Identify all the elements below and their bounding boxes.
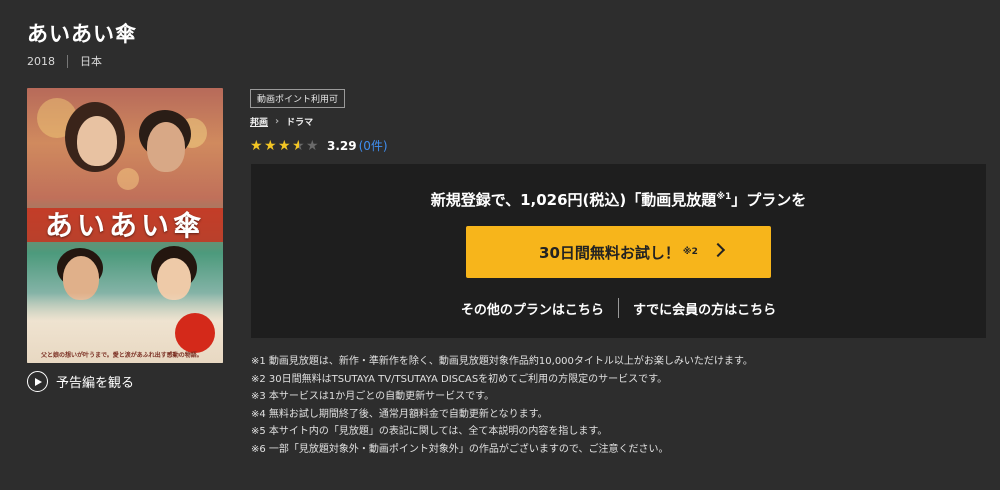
breadcrumb-category[interactable]: 邦画: [250, 115, 268, 128]
poster-tagline: 父と娘の想いが叶うまで。愛と涙があふれ出す感動の物語。: [41, 352, 203, 359]
poster-bokeh: [117, 168, 139, 190]
rating-score: 3.29: [327, 138, 357, 153]
release-year: 2018: [27, 54, 55, 68]
chevron-right-icon: [710, 242, 726, 258]
free-trial-label: 30日間無料お試し！: [539, 243, 680, 262]
trailer-button[interactable]: 予告編を観る: [27, 371, 134, 392]
breadcrumb: 邦画 › ドラマ: [250, 115, 313, 128]
chevron-right-icon: ›: [275, 116, 280, 127]
star-icon: ★: [278, 137, 291, 154]
plan-panel: 新規登録で、1,026円(税込)「動画見放題※1」プランを 30日間無料お試し！…: [251, 164, 986, 338]
page-title: あいあい傘: [27, 22, 137, 46]
star-icon: ★: [292, 137, 305, 154]
rating: ★ ★ ★ ★ ★ 3.29 (0件): [250, 137, 388, 154]
poster-figure: [147, 122, 185, 172]
review-count-link[interactable]: (0件): [359, 137, 388, 154]
footnote: ※3 本サービスは1か月ごとの自動更新サービスです。: [251, 391, 495, 402]
free-trial-button[interactable]: 30日間無料お試し！ ※2: [466, 226, 771, 278]
poster-title: あいあい傘: [44, 209, 205, 242]
star-icon: ★: [264, 137, 277, 154]
plan-links: その他のプランはこちら すでに会員の方はこちら: [251, 298, 986, 318]
other-plans-link[interactable]: その他のプランはこちら: [461, 299, 604, 318]
member-login-link[interactable]: すでに会員の方はこちら: [633, 299, 776, 318]
play-circle-icon: [27, 371, 48, 392]
meta-divider: [67, 54, 68, 68]
star-icon: ★: [306, 137, 319, 154]
plan-headline: 新規登録で、1,026円(税込)「動画見放題※1」プランを: [251, 189, 986, 210]
footnote: ※1 動画見放題は、新作・準新作を除く、動画見放題対象作品約10,000タイトル…: [251, 356, 753, 367]
link-divider: [617, 298, 619, 318]
trailer-label: 予告編を観る: [56, 376, 135, 391]
plan-headline-end: 」プランを: [731, 191, 807, 209]
footnotes: ※1 動画見放題は、新作・準新作を除く、動画見放題対象作品約10,000タイトル…: [251, 353, 753, 458]
free-trial-note: ※2: [682, 247, 698, 257]
poster-figure: [77, 116, 117, 166]
umbrella-graphic: [175, 313, 215, 353]
movie-poster[interactable]: あいあい傘 父と娘の想いが叶うまで。愛と涙があふれ出す感動の物語。: [27, 88, 223, 363]
footnote: ※2 30日間無料はTSUTAYA TV/TSUTAYA DISCASを初めてご…: [251, 373, 668, 385]
plan-headline-text: 新規登録で、1,026円(税込)「動画見放題: [430, 191, 717, 209]
footnote: ※4 無料お試し期間終了後、通常月額料金で自動更新となります。: [251, 408, 548, 420]
star-icon: ★: [250, 137, 263, 154]
country: 日本: [80, 55, 102, 68]
footnote: ※6 一部「見放題対象外・動画ポイント対象外」の作品がございますので、ご注意くだ…: [251, 443, 669, 455]
point-badge: 動画ポイント利用可: [250, 89, 346, 108]
plan-headline-note: ※1: [716, 192, 732, 202]
breadcrumb-genre[interactable]: ドラマ: [286, 115, 313, 128]
movie-meta: 2018 日本: [27, 53, 102, 69]
footnote: ※5 本サイト内の「見放題」の表記に関しては、全て本説明の内容を指します。: [251, 426, 608, 437]
rating-stars: ★ ★ ★ ★ ★: [250, 139, 320, 153]
